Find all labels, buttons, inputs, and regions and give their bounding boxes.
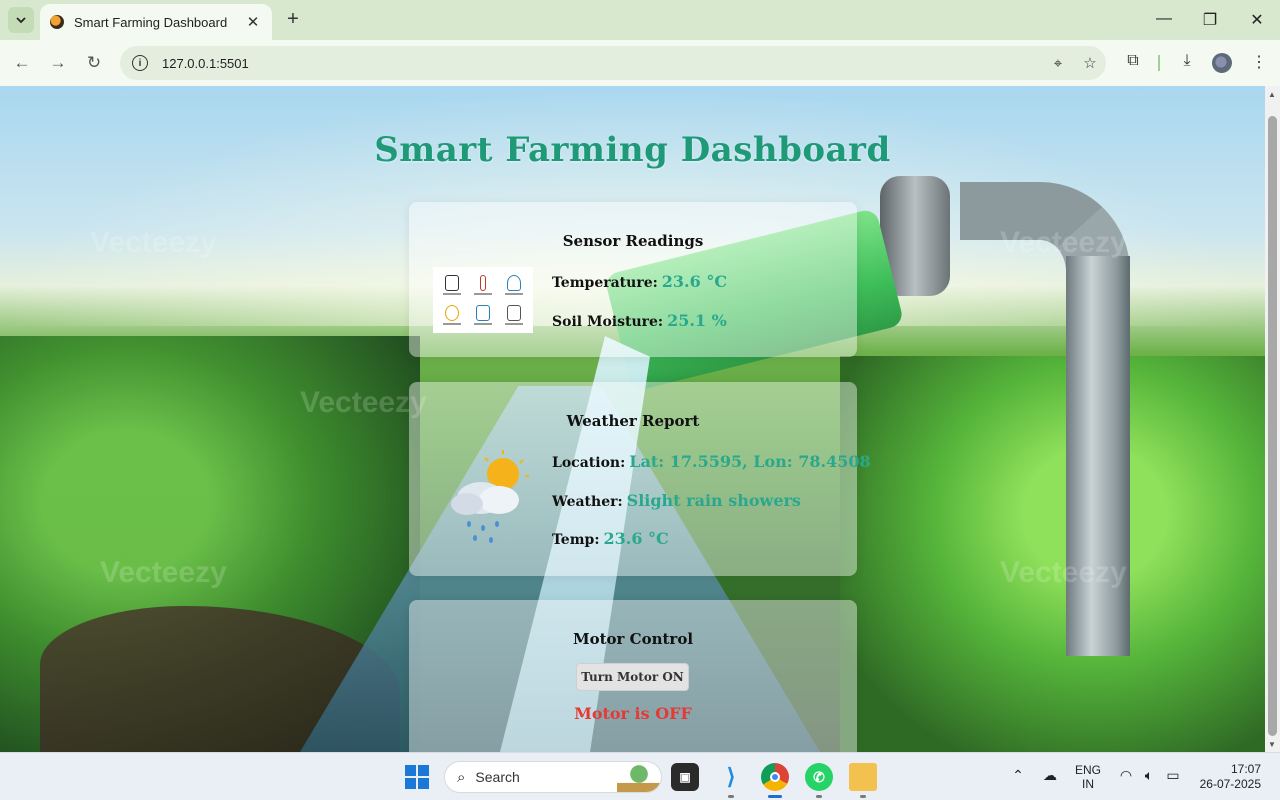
watermark: Vecteezy bbox=[1000, 226, 1127, 259]
windows-start-button[interactable] bbox=[405, 765, 429, 789]
browser-tab[interactable]: Smart Farming Dashboard ✕ bbox=[40, 4, 272, 40]
sun-cloud-rain-icon bbox=[451, 450, 529, 543]
sensor-readings-card: Sensor Readings Temperature: 23.6 °C Soil… bbox=[409, 202, 857, 357]
language-region: IN bbox=[1082, 777, 1094, 791]
page-viewport: Vecteezy Vecteezy Vecteezy Vecteezy Vect… bbox=[0, 86, 1265, 752]
chrome-icon[interactable] bbox=[761, 763, 789, 791]
new-tab-button[interactable]: + bbox=[282, 8, 304, 30]
wind-sensor-icon bbox=[500, 301, 529, 329]
temperature-value: 23.6 °C bbox=[661, 272, 728, 291]
background-pipe bbox=[1066, 256, 1130, 656]
location-label: Location: bbox=[552, 455, 626, 471]
watermark: Vecteezy bbox=[300, 386, 427, 419]
profile-avatar[interactable] bbox=[1212, 53, 1232, 73]
watermark: Vecteezy bbox=[100, 556, 227, 589]
watermark: Vecteezy bbox=[1000, 556, 1127, 589]
download-icon[interactable]: ⤓ bbox=[1176, 52, 1198, 70]
extensions-icon[interactable]: ⧉ bbox=[1122, 52, 1144, 70]
minimize-button[interactable]: — bbox=[1154, 10, 1174, 28]
wifi-icon[interactable]: ◠ bbox=[1117, 767, 1135, 784]
close-tab-icon[interactable]: ✕ bbox=[244, 13, 262, 31]
clock-time: 17:07 bbox=[1230, 762, 1261, 776]
url-text[interactable]: 127.0.0.1:5501 bbox=[162, 56, 1042, 71]
toolbar-separator bbox=[1158, 55, 1160, 71]
water-level-sensor-icon bbox=[468, 301, 497, 329]
temperature-label: Temperature: bbox=[552, 275, 658, 291]
system-clock[interactable]: 17:07 26-07-2025 bbox=[1195, 762, 1261, 792]
favicon-icon bbox=[50, 15, 64, 29]
background-crops-right bbox=[840, 356, 1265, 752]
scroll-thumb[interactable] bbox=[1268, 116, 1277, 736]
vscode-running-indicator bbox=[728, 795, 734, 798]
language-indicator[interactable]: ENG IN bbox=[1073, 763, 1103, 791]
volume-icon[interactable]: 🔈︎ bbox=[1140, 767, 1158, 784]
light-sensor-icon bbox=[437, 301, 466, 329]
scroll-up-arrow-icon[interactable]: ▲ bbox=[1268, 90, 1276, 99]
sensor-types-image bbox=[433, 267, 533, 333]
soil-sensor-icon bbox=[437, 271, 466, 299]
search-label: Search bbox=[475, 769, 520, 785]
forward-button[interactable]: → bbox=[48, 53, 68, 73]
browser-toolbar: ← → ↻ i 127.0.0.1:5501 ⌖ ☆ ⧉ ⤓ ⋮ bbox=[0, 40, 1280, 86]
watermark: Vecteezy bbox=[90, 226, 217, 259]
motor-status-text: Motor is OFF bbox=[574, 704, 692, 723]
weather-card-heading: Weather Report bbox=[566, 412, 700, 430]
task-view-icon[interactable]: ▣ bbox=[671, 763, 699, 791]
language-code: ENG bbox=[1074, 763, 1101, 777]
back-button[interactable]: ← bbox=[12, 53, 32, 73]
address-bar[interactable]: i 127.0.0.1:5501 ⌖ ☆ bbox=[120, 46, 1106, 80]
whatsapp-icon[interactable]: ✆ bbox=[805, 763, 833, 791]
motor-card-heading: Motor Control bbox=[572, 630, 694, 648]
weather-label: Weather: bbox=[552, 494, 623, 510]
motor-control-card: Motor Control Turn Motor ON Motor is OFF bbox=[409, 600, 857, 752]
chevron-down-icon bbox=[16, 17, 26, 24]
weather-temp-row: Temp: 23.6 °C bbox=[552, 529, 669, 548]
location-value: Lat: 17.5595, Lon: 78.4508 bbox=[629, 452, 871, 471]
temperature-row: Temperature: 23.6 °C bbox=[552, 272, 727, 291]
whatsapp-running-indicator bbox=[816, 795, 822, 798]
explorer-running-indicator bbox=[860, 795, 866, 798]
search-icon: ⌕ bbox=[457, 768, 466, 786]
location-row: Location: Lat: 17.5595, Lon: 78.4508 bbox=[552, 452, 871, 471]
weather-temp-label: Temp: bbox=[552, 532, 600, 548]
chrome-active-indicator bbox=[768, 795, 782, 798]
weather-value: Slight rain showers bbox=[626, 491, 801, 510]
tab-bar: Smart Farming Dashboard ✕ + — ❐ ✕ bbox=[0, 0, 1280, 40]
thermometer-icon bbox=[468, 271, 497, 299]
weather-report-card: Weather Report Location: Lat: 17.5595, Lo… bbox=[409, 382, 871, 576]
vscode-icon[interactable]: ⟩ bbox=[717, 763, 745, 791]
humidity-sensor-icon bbox=[500, 271, 529, 299]
location-pin-icon[interactable]: ⌖ bbox=[1042, 55, 1074, 72]
soil-moisture-value: 25.1 % bbox=[667, 311, 727, 330]
reload-button[interactable]: ↻ bbox=[84, 53, 104, 73]
tab-search-menu-button[interactable] bbox=[8, 7, 34, 33]
more-menu-icon[interactable]: ⋮ bbox=[1248, 52, 1270, 72]
scroll-down-arrow-icon[interactable]: ▼ bbox=[1268, 740, 1276, 749]
show-hidden-icons-chevron-icon[interactable]: ⌃ bbox=[1010, 767, 1026, 784]
taskbar-search-box[interactable]: ⌕ Search bbox=[444, 761, 662, 793]
soil-moisture-row: Soil Moisture: 25.1 % bbox=[552, 311, 727, 330]
battery-icon[interactable]: ▭ bbox=[1163, 767, 1183, 784]
file-explorer-icon[interactable] bbox=[849, 763, 877, 791]
page-title: Smart Farming Dashboard bbox=[374, 130, 891, 170]
onedrive-icon[interactable]: ☁ bbox=[1040, 767, 1060, 784]
turn-motor-on-button[interactable]: Turn Motor ON bbox=[576, 663, 689, 691]
search-highlight-image bbox=[617, 762, 661, 792]
restore-button[interactable]: ❐ bbox=[1200, 10, 1220, 30]
weather-row: Weather: Slight rain showers bbox=[552, 491, 801, 510]
weather-temp-value: 23.6 °C bbox=[603, 529, 669, 548]
site-info-icon[interactable]: i bbox=[132, 55, 148, 71]
soil-moisture-label: Soil Moisture: bbox=[552, 314, 664, 330]
bookmark-star-icon[interactable]: ☆ bbox=[1074, 54, 1106, 72]
sensor-card-heading: Sensor Readings bbox=[562, 232, 704, 250]
close-window-button[interactable]: ✕ bbox=[1247, 10, 1267, 30]
clock-date: 26-07-2025 bbox=[1199, 777, 1261, 791]
tab-title: Smart Farming Dashboard bbox=[74, 14, 228, 30]
windows-taskbar: ⌕ Search ▣ ⟩ ✆ ⌃ ☁ ENG IN ◠ 🔈︎ ▭ 17:07 2… bbox=[0, 752, 1280, 800]
page-scrollbar[interactable]: ▲ ▼ bbox=[1265, 86, 1280, 752]
